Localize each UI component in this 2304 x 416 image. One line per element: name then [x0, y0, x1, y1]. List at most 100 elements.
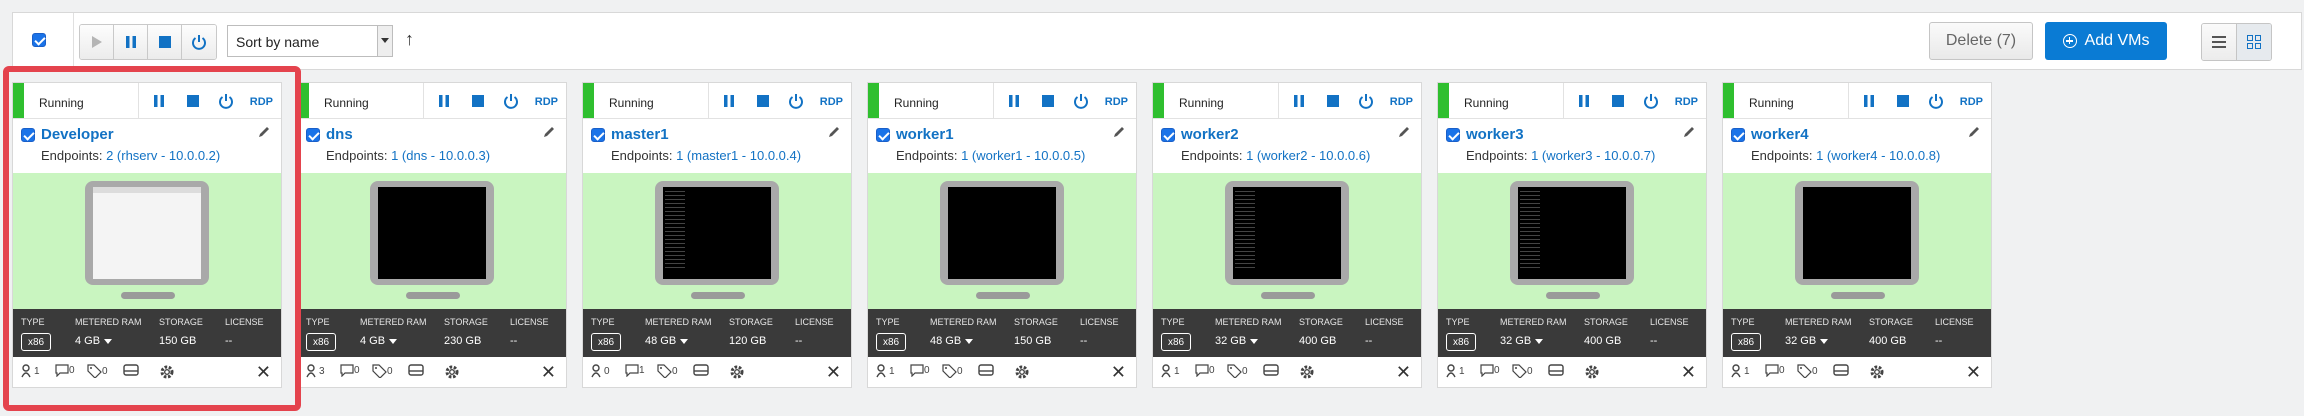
vm-name-link[interactable]: worker3	[1466, 126, 1524, 143]
vm-screen-preview[interactable]	[1723, 173, 1991, 309]
vm-name-link[interactable]: dns	[326, 126, 353, 143]
vm-card-developer[interactable]: Running RDP Developer Endpoints: 2 (rhse…	[12, 82, 282, 388]
vm-power-button[interactable]	[1073, 93, 1089, 109]
comments-indicator[interactable]: 0	[1765, 364, 1785, 377]
vm-power-button[interactable]	[1643, 93, 1659, 109]
vm-ram-dropdown[interactable]: 32 GB	[1785, 335, 1829, 347]
vm-power-button[interactable]	[1358, 93, 1374, 109]
endpoints-link[interactable]: 2 (rhserv - 10.0.0.2)	[106, 148, 220, 163]
disk-button[interactable]	[693, 364, 709, 376]
tags-indicator[interactable]: 0	[1512, 364, 1533, 378]
vm-stop-button[interactable]	[755, 93, 771, 109]
vm-power-button[interactable]	[503, 93, 519, 109]
vm-name-link[interactable]: master1	[611, 126, 669, 143]
vm-ram-dropdown[interactable]: 32 GB	[1215, 335, 1259, 347]
endpoints-link[interactable]: 1 (worker4 - 10.0.0.8)	[1816, 148, 1940, 163]
vm-name-link[interactable]: Developer	[41, 126, 114, 143]
vm-name-link[interactable]: worker1	[896, 126, 954, 143]
vm-pause-button[interactable]	[1291, 93, 1307, 109]
rdp-link[interactable]: RDP	[535, 96, 558, 108]
settings-button[interactable]	[1869, 364, 1885, 380]
pencil-icon[interactable]	[257, 125, 271, 139]
comments-indicator[interactable]: 1	[625, 364, 645, 377]
vm-pause-button[interactable]	[1576, 93, 1592, 109]
users-indicator[interactable]: 0	[591, 364, 610, 378]
sort-direction-arrow-icon[interactable]: ↑	[405, 29, 414, 50]
close-icon[interactable]: ✕	[1396, 362, 1411, 383]
disk-button[interactable]	[408, 364, 424, 376]
select-all-checkbox[interactable]	[32, 33, 46, 47]
power-button[interactable]	[182, 25, 216, 59]
vm-pause-button[interactable]	[1861, 93, 1877, 109]
vm-pause-button[interactable]	[721, 93, 737, 109]
settings-button[interactable]	[1584, 364, 1600, 380]
vm-pause-button[interactable]	[436, 93, 452, 109]
close-icon[interactable]: ✕	[541, 362, 556, 383]
vm-power-button[interactable]	[218, 93, 234, 109]
settings-button[interactable]	[729, 364, 745, 380]
comments-indicator[interactable]: 0	[340, 364, 360, 377]
users-indicator[interactable]: 3	[306, 364, 325, 378]
tags-indicator[interactable]: 0	[372, 364, 393, 378]
endpoints-link[interactable]: 1 (worker2 - 10.0.0.6)	[1246, 148, 1370, 163]
grid-view-button[interactable]	[2236, 24, 2271, 60]
tags-indicator[interactable]: 0	[657, 364, 678, 378]
list-view-button[interactable]	[2202, 24, 2236, 60]
settings-button[interactable]	[1014, 364, 1030, 380]
users-indicator[interactable]: 1	[1161, 364, 1180, 378]
vm-screen-preview[interactable]	[1438, 173, 1706, 309]
vm-ram-dropdown[interactable]: 4 GB	[360, 335, 398, 347]
rdp-link[interactable]: RDP	[1675, 96, 1698, 108]
users-indicator[interactable]: 1	[1446, 364, 1465, 378]
sort-select[interactable]: Sort by name	[227, 25, 393, 57]
comments-indicator[interactable]: 0	[1480, 364, 1500, 377]
pencil-icon[interactable]	[542, 125, 556, 139]
tags-indicator[interactable]: 0	[1797, 364, 1818, 378]
disk-button[interactable]	[1263, 364, 1279, 376]
vm-select-checkbox[interactable]	[591, 128, 605, 142]
delete-button[interactable]: Delete (7)	[1929, 22, 2033, 60]
vm-select-checkbox[interactable]	[21, 128, 35, 142]
vm-pause-button[interactable]	[151, 93, 167, 109]
tags-indicator[interactable]: 0	[1227, 364, 1248, 378]
vm-power-button[interactable]	[1928, 93, 1944, 109]
vm-card-worker1[interactable]: Running RDP worker1 Endpoints: 1 (worker…	[867, 82, 1137, 388]
vm-power-button[interactable]	[788, 93, 804, 109]
pencil-icon[interactable]	[1112, 125, 1126, 139]
settings-button[interactable]	[159, 364, 175, 380]
endpoints-link[interactable]: 1 (worker1 - 10.0.0.5)	[961, 148, 1085, 163]
endpoints-link[interactable]: 1 (worker3 - 10.0.0.7)	[1531, 148, 1655, 163]
tags-indicator[interactable]: 0	[87, 364, 108, 378]
vm-stop-button[interactable]	[185, 93, 201, 109]
disk-button[interactable]	[1548, 364, 1564, 376]
vm-stop-button[interactable]	[1895, 93, 1911, 109]
vm-ram-dropdown[interactable]: 48 GB	[930, 335, 974, 347]
comments-indicator[interactable]: 0	[910, 364, 930, 377]
pause-button[interactable]	[114, 25, 148, 59]
vm-screen-preview[interactable]	[1153, 173, 1421, 309]
stop-button[interactable]	[148, 25, 182, 59]
rdp-link[interactable]: RDP	[1105, 96, 1128, 108]
vm-select-checkbox[interactable]	[1446, 128, 1460, 142]
comments-indicator[interactable]: 0	[55, 364, 75, 377]
close-icon[interactable]: ✕	[1966, 362, 1981, 383]
vm-card-worker3[interactable]: Running RDP worker3 Endpoints: 1 (worker…	[1437, 82, 1707, 388]
rdp-link[interactable]: RDP	[250, 96, 273, 108]
vm-select-checkbox[interactable]	[306, 128, 320, 142]
users-indicator[interactable]: 1	[1731, 364, 1750, 378]
endpoints-link[interactable]: 1 (dns - 10.0.0.3)	[391, 148, 490, 163]
vm-pause-button[interactable]	[1006, 93, 1022, 109]
pencil-icon[interactable]	[827, 125, 841, 139]
vm-ram-dropdown[interactable]: 32 GB	[1500, 335, 1544, 347]
disk-button[interactable]	[123, 364, 139, 376]
rdp-link[interactable]: RDP	[820, 96, 843, 108]
rdp-link[interactable]: RDP	[1960, 96, 1983, 108]
pencil-icon[interactable]	[1967, 125, 1981, 139]
vm-select-checkbox[interactable]	[1161, 128, 1175, 142]
endpoints-link[interactable]: 1 (master1 - 10.0.0.4)	[676, 148, 801, 163]
vm-ram-dropdown[interactable]: 4 GB	[75, 335, 113, 347]
vm-screen-preview[interactable]	[298, 173, 566, 309]
vm-name-link[interactable]: worker2	[1181, 126, 1239, 143]
vm-screen-preview[interactable]	[583, 173, 851, 309]
close-icon[interactable]: ✕	[256, 362, 271, 383]
